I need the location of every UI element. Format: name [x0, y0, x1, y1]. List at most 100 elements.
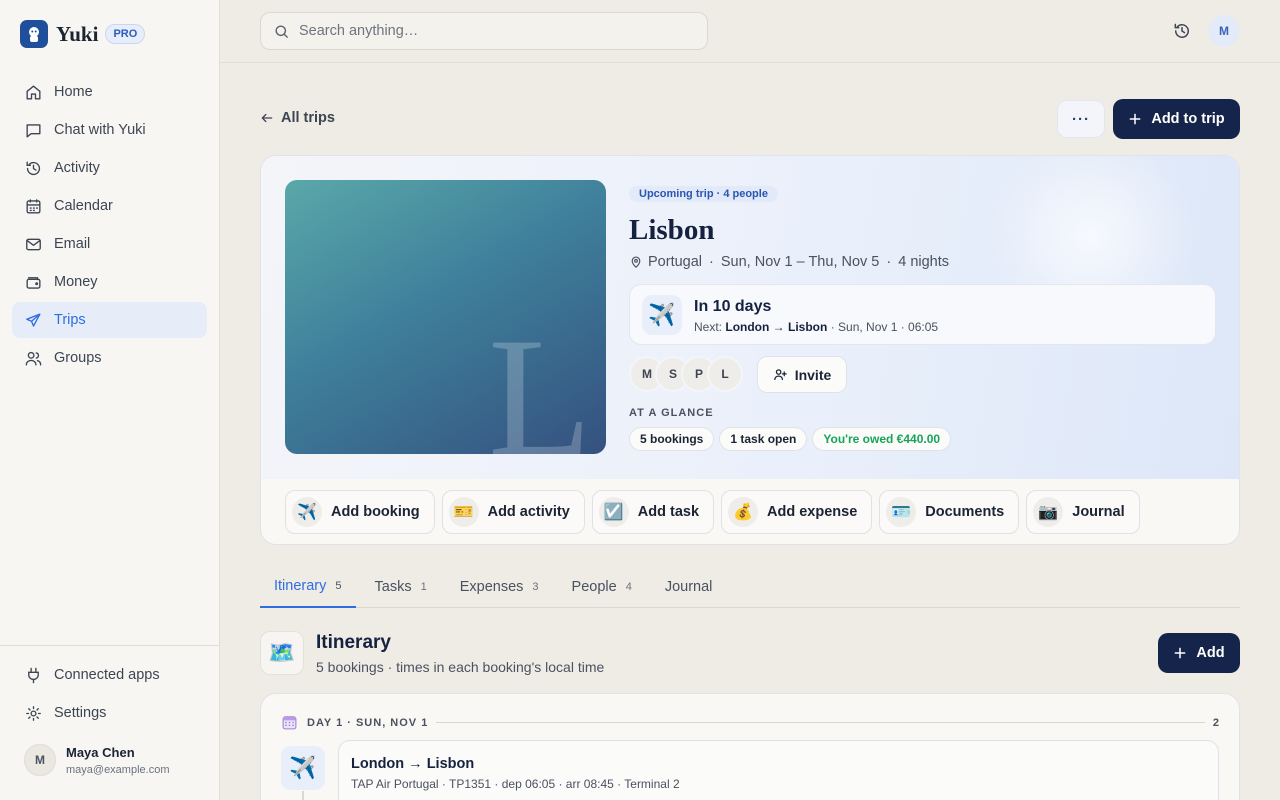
sidebar-item-connected-apps[interactable]: Connected apps [12, 657, 207, 693]
trip-status-badge: Upcoming trip · 4 people [629, 186, 778, 202]
sidebar-item-chat[interactable]: Chat with Yuki [12, 112, 207, 148]
avatar[interactable]: M [1208, 15, 1240, 47]
back-link-label: All trips [281, 110, 335, 126]
day-header: DAY 1 · SUN, NOV 1 2 [281, 714, 1219, 731]
journal-button[interactable]: 📷 Journal [1026, 490, 1140, 534]
plane-icon [26, 312, 41, 327]
search-box[interactable] [260, 12, 708, 50]
trip-country: Portugal [648, 254, 703, 270]
sidebar-divider [0, 645, 219, 646]
add-booking-button[interactable]: ✈️ Add booking [285, 490, 435, 534]
history-icon [26, 160, 41, 175]
user-profile[interactable]: M Maya Chen maya@example.com [24, 744, 169, 776]
money-bag-icon: 💰 [728, 497, 759, 527]
glance-chips: 5 bookings 1 task open You're owed €440.… [629, 427, 956, 451]
sidebar-item-label: Trips [54, 312, 86, 328]
plus-icon [1174, 647, 1186, 659]
sidebar-item-calendar[interactable]: Calendar [12, 188, 207, 224]
avatar[interactable]: L [707, 356, 743, 392]
trip-cover-image[interactable]: L [285, 180, 606, 454]
sidebar-item-label: Settings [54, 705, 107, 721]
sidebar-item-email[interactable]: Email [12, 226, 207, 262]
sidebar-item-label: Chat with Yuki [54, 122, 146, 138]
trip-hero-card: L Upcoming trip · 4 people Lisbon Portug… [260, 155, 1240, 545]
add-to-trip-label: Add to trip [1151, 111, 1225, 127]
more-icon: ··· [1072, 110, 1090, 128]
search-icon [275, 24, 288, 38]
add-itinerary-button[interactable]: Add [1158, 633, 1240, 673]
tasks-chip[interactable]: 1 task open [719, 427, 808, 451]
itinerary-subtitle: 5 bookings · times in each booking's loc… [316, 659, 605, 675]
brand-name: Yuki [56, 21, 99, 46]
tab-tasks[interactable]: Tasks 1 [361, 565, 441, 608]
day-divider [436, 722, 1205, 723]
itinerary-title: Itinerary [316, 632, 391, 653]
booking-card[interactable]: London → Lisbon TAP Air Portugal · TP135… [338, 740, 1219, 800]
documents-button[interactable]: 🪪 Documents [879, 490, 1020, 534]
map-icon: 🗺️ [260, 631, 304, 675]
bookings-chip[interactable]: 5 bookings [629, 427, 715, 451]
at-a-glance-label: AT A GLANCE [629, 407, 714, 419]
user-plus-icon [773, 369, 787, 381]
day-label: DAY 1 · SUN, NOV 1 [307, 716, 429, 729]
countdown-card[interactable]: ✈️ In 10 days Next: London → Lisbon · Su… [629, 284, 1216, 345]
search-input[interactable] [299, 23, 679, 39]
sidebar-nav: Home Chat with Yuki Activity Calendar Em… [12, 74, 207, 378]
sidebar: Yuki PRO Home Chat with Yuki Activity Ca… [0, 0, 220, 800]
sidebar-item-home[interactable]: Home [12, 74, 207, 110]
home-icon [26, 84, 41, 100]
next-booking-route: London → Lisbon [725, 320, 828, 334]
brand[interactable]: Yuki PRO [20, 20, 146, 48]
calendar-icon [26, 198, 41, 214]
sidebar-item-settings[interactable]: Settings [12, 695, 207, 731]
next-booking-time: · Sun, Nov 1 · 06:05 [830, 320, 939, 334]
tab-count: 1 [420, 580, 427, 593]
gear-icon [26, 705, 41, 721]
trip-tabs: Itinerary 5 Tasks 1 Expenses 3 People 4 … [260, 565, 1240, 608]
next-booking-summary: Next: London → Lisbon · Sun, Nov 1 · 06:… [694, 320, 939, 334]
sidebar-item-groups[interactable]: Groups [12, 340, 207, 376]
add-task-button[interactable]: ☑️ Add task [591, 490, 715, 534]
tab-expenses[interactable]: Expenses 3 [446, 565, 553, 608]
sidebar-item-label: Connected apps [54, 667, 160, 683]
arrow-left-icon [261, 113, 273, 123]
sidebar-item-activity[interactable]: Activity [12, 150, 207, 186]
add-activity-button[interactable]: 🎫 Add activity [441, 490, 585, 534]
wallet-icon [26, 276, 41, 289]
owed-chip[interactable]: You're owed €440.00 [812, 427, 952, 451]
tab-journal[interactable]: Journal [651, 565, 727, 608]
trip-title: Lisbon [629, 214, 715, 246]
sidebar-item-trips[interactable]: Trips [12, 302, 207, 338]
sidebar-item-label: Money [54, 274, 98, 290]
quick-actions: ✈️ Add booking 🎫 Add activity ☑️ Add tas… [285, 490, 1147, 534]
tab-count: 5 [335, 579, 342, 592]
sidebar-item-label: Activity [54, 160, 100, 176]
map-pin-icon [631, 256, 641, 269]
trip-nights: 4 nights [898, 254, 950, 270]
airplane-icon: ✈️ [292, 497, 322, 527]
add-expense-button[interactable]: 💰 Add expense [721, 490, 873, 534]
history-button[interactable] [1172, 21, 1192, 41]
yuki-logo-icon [20, 20, 48, 48]
sidebar-item-label: Groups [54, 350, 102, 366]
tab-people[interactable]: People 4 [558, 565, 646, 608]
itinerary-card: DAY 1 · SUN, NOV 1 2 ✈️ London → Lisbon … [260, 693, 1240, 800]
airplane-icon: ✈️ [642, 295, 682, 335]
booking-detail: TAP Air Portugal · TP1351 · dep 06:05 · … [351, 777, 680, 791]
invite-label: Invite [794, 366, 832, 383]
tab-itinerary[interactable]: Itinerary 5 [260, 565, 356, 608]
more-options-button[interactable]: ··· [1057, 100, 1105, 138]
back-to-all-trips-link[interactable]: All trips [260, 110, 335, 126]
sidebar-item-label: Email [54, 236, 91, 252]
users-icon [25, 351, 42, 366]
timeline-line [302, 791, 304, 800]
trip-dates: Sun, Nov 1 – Thu, Nov 5 [720, 254, 880, 270]
tab-count: 4 [625, 580, 632, 593]
checkbox-icon: ☑️ [598, 497, 629, 527]
chat-icon [26, 123, 41, 138]
sidebar-item-money[interactable]: Money [12, 264, 207, 300]
sidebar-item-label: Calendar [54, 198, 113, 214]
add-to-trip-button[interactable]: Add to trip [1113, 99, 1240, 139]
tab-count: 3 [532, 580, 539, 593]
invite-button[interactable]: Invite [757, 356, 847, 393]
